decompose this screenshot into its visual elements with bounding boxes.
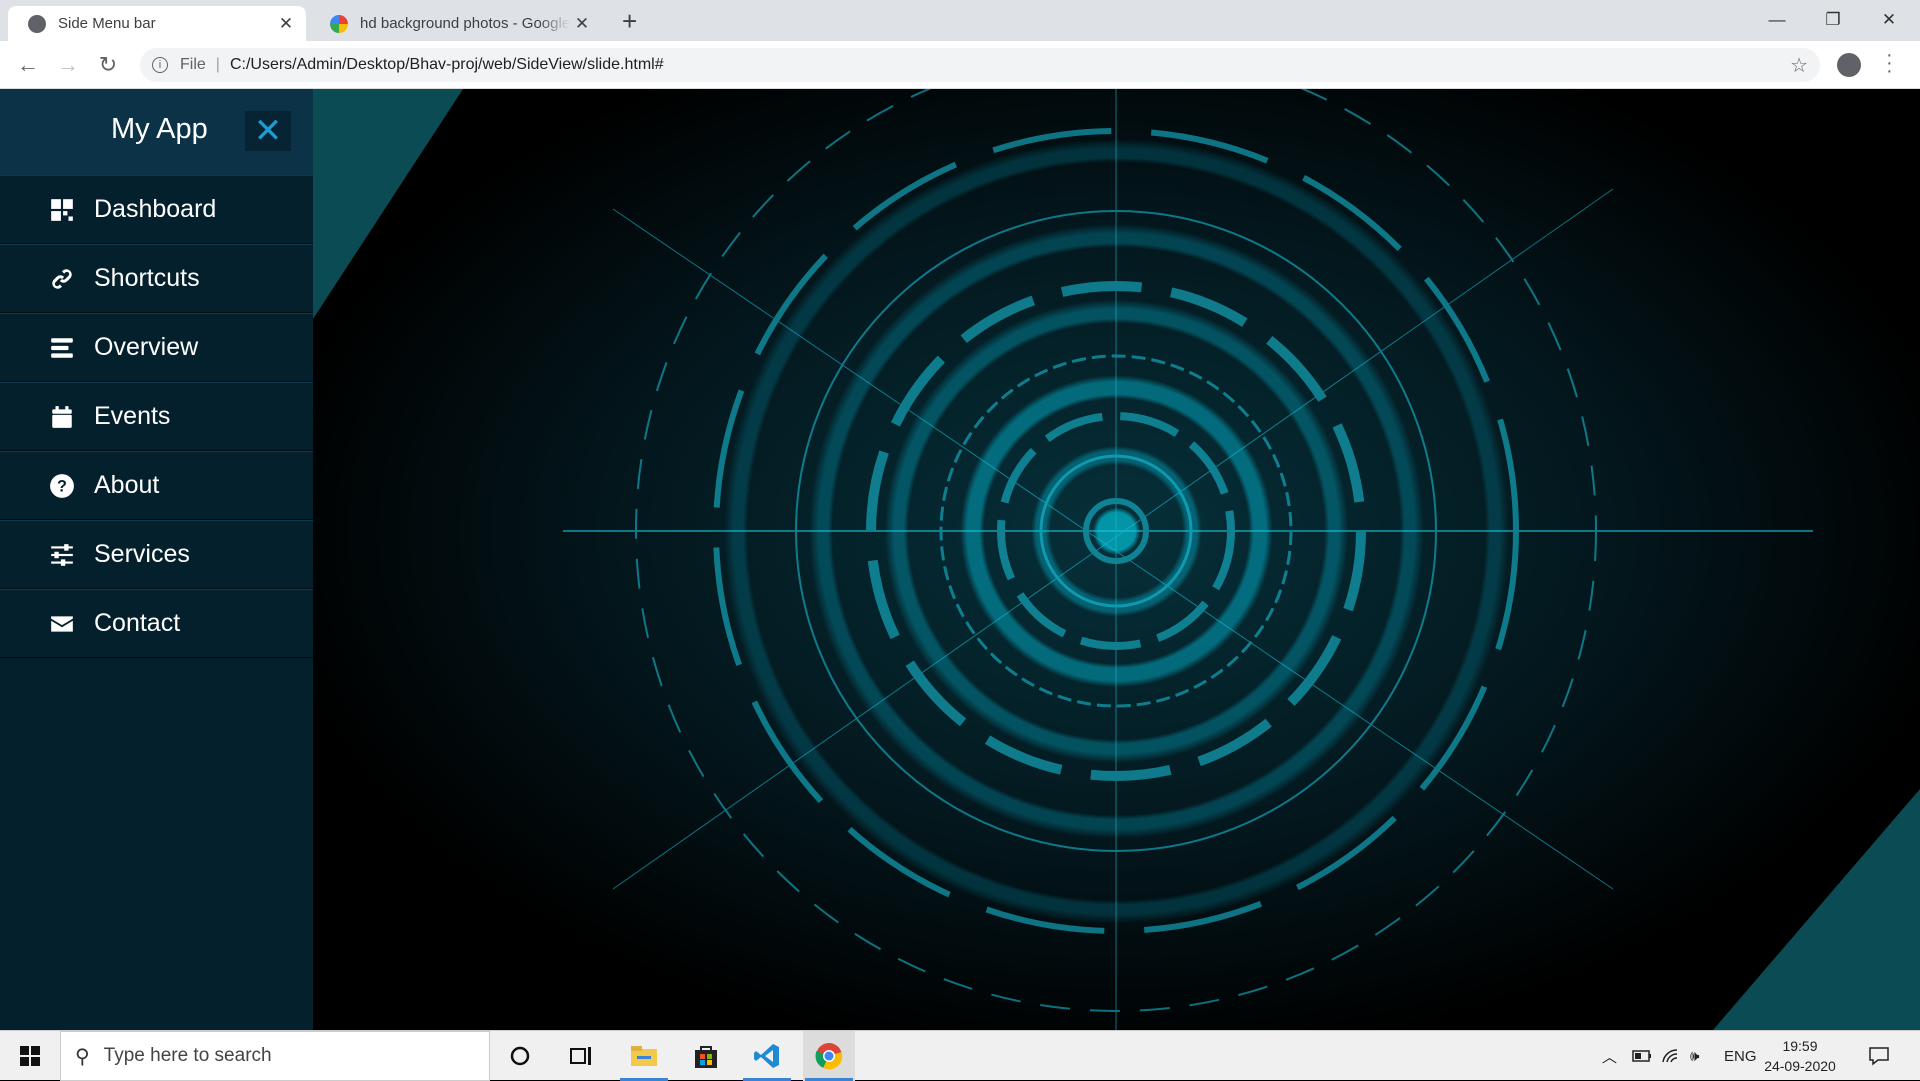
sidebar-item-label: Dashboard (94, 195, 217, 223)
taskbar-search-box[interactable]: ⚲ Type here to search (60, 1031, 490, 1081)
taskbar-clock[interactable]: 19:59 24-09-2020 (1755, 1036, 1845, 1076)
volume-icon[interactable]: 🕪 (1690, 1031, 1699, 1081)
google-icon (330, 14, 348, 33)
tab-title: Side Menu bar (58, 15, 156, 32)
sidebar-item-services[interactable]: Services (0, 520, 313, 589)
profile-avatar-icon[interactable] (1837, 53, 1861, 77)
restore-icon[interactable]: ❐ (1810, 0, 1856, 40)
task-view-icon[interactable] (555, 1031, 607, 1081)
store-icon[interactable] (680, 1031, 732, 1081)
browser-tab-bar: Side Menu bar ✕ hd background photos - G… (0, 0, 1920, 41)
app-title: My App (111, 113, 208, 145)
sidebar-item-shortcuts[interactable]: Shortcuts (0, 244, 313, 313)
tab-title: hd background photos - Google Search (360, 15, 570, 32)
minimize-icon[interactable]: — (1754, 0, 1800, 40)
close-icon: ✕ (253, 112, 283, 150)
tab-google-search[interactable]: hd background photos - Google Search ✕ (310, 6, 602, 41)
clock-date: 24-09-2020 (1764, 1058, 1836, 1074)
sidebar-item-label: Contact (94, 609, 181, 637)
stream-icon (47, 333, 77, 363)
svg-text:?: ? (57, 477, 67, 495)
windows-logo-icon (20, 1046, 40, 1066)
sidebar-item-overview[interactable]: Overview (0, 313, 313, 382)
bookmark-star-icon[interactable]: ☆ (1790, 53, 1808, 78)
reload-icon[interactable]: ↻ (92, 49, 124, 81)
battery-icon[interactable] (1632, 1031, 1652, 1081)
sidebar-item-label: Services (94, 540, 190, 568)
sidebar-item-label: Events (94, 402, 171, 430)
notifications-icon[interactable] (1868, 1031, 1890, 1081)
url-text[interactable]: C:/Users/Admin/Desktop/Bhav-proj/web/Sid… (230, 56, 664, 74)
question-circle-icon: ? (47, 471, 77, 501)
sidebar-item-events[interactable]: Events (0, 382, 313, 451)
sidebar-item-about[interactable]: ? About (0, 451, 313, 520)
forward-icon[interactable]: → (52, 49, 84, 81)
close-menu-button[interactable]: ✕ (245, 111, 291, 151)
dashboard-icon (47, 195, 77, 225)
cortana-icon[interactable] (494, 1031, 546, 1081)
search-placeholder: Type here to search (103, 1045, 272, 1066)
calendar-icon (47, 402, 77, 432)
sidebar-item-dashboard[interactable]: Dashboard (0, 175, 313, 244)
file-explorer-icon[interactable] (618, 1031, 670, 1081)
windows-taskbar: ⚲ Type here to search ︿ 🕪 ENG 19:59 24-0… (0, 1030, 1920, 1081)
info-icon[interactable]: i (152, 57, 168, 73)
new-tab-icon[interactable]: + (622, 6, 637, 36)
close-tab-icon[interactable]: ✕ (570, 14, 594, 34)
vscode-icon[interactable] (741, 1031, 793, 1081)
address-bar[interactable]: i File | C:/Users/Admin/Desktop/Bhav-pro… (140, 48, 1820, 82)
link-icon (47, 264, 77, 294)
tab-side-menu-bar[interactable]: Side Menu bar ✕ (8, 6, 306, 41)
clock-time: 19:59 (1782, 1038, 1818, 1054)
close-window-icon[interactable]: ✕ (1866, 0, 1912, 40)
globe-icon (28, 14, 46, 33)
tech-circle-background-image (313, 89, 1920, 1030)
language-indicator[interactable]: ENG (1724, 1031, 1757, 1081)
more-menu-icon[interactable]: · · · (1886, 45, 1893, 81)
file-label: File (180, 56, 206, 73)
sidebar-header: My App ✕ (0, 89, 313, 175)
side-menu: My App ✕ Dashboard Shortcuts Overview Ev… (0, 89, 313, 1030)
separator: | (215, 56, 220, 73)
envelope-icon (47, 609, 77, 639)
chrome-icon[interactable] (803, 1031, 855, 1081)
start-button[interactable] (0, 1031, 60, 1081)
sidebar-item-label: Shortcuts (94, 264, 200, 292)
close-tab-icon[interactable]: ✕ (274, 14, 298, 34)
show-hidden-icons-icon[interactable]: ︿ (1602, 1031, 1617, 1081)
back-icon[interactable]: ← (12, 49, 44, 81)
search-icon: ⚲ (75, 1045, 90, 1068)
page-viewport: My App ✕ Dashboard Shortcuts Overview Ev… (0, 89, 1920, 1030)
sidebar-item-label: Overview (94, 333, 199, 361)
sliders-icon (47, 540, 77, 570)
browser-toolbar: ← → ↻ i File | C:/Users/Admin/Desktop/Bh… (0, 41, 1920, 89)
wifi-icon[interactable] (1661, 1031, 1681, 1081)
sidebar-item-contact[interactable]: Contact (0, 589, 313, 658)
sidebar-item-label: About (94, 471, 160, 499)
